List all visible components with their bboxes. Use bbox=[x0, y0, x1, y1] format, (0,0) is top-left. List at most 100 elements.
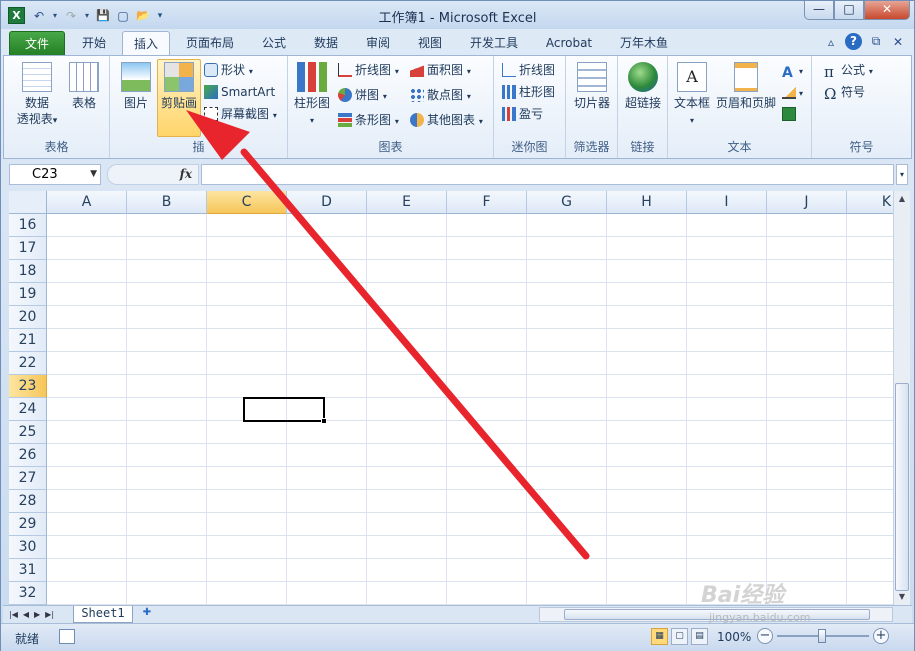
fill-handle[interactable] bbox=[321, 418, 327, 424]
tab-custom[interactable]: 万年木鱼 bbox=[609, 31, 679, 56]
shapes-button[interactable]: 形状 ▾ bbox=[204, 60, 253, 80]
page-break-view-icon[interactable]: ▤ bbox=[691, 628, 708, 645]
object-button[interactable] bbox=[782, 104, 799, 124]
column-header-f[interactable]: F bbox=[447, 191, 527, 214]
row-header-16[interactable]: 16 bbox=[9, 214, 47, 237]
collapse-ribbon-icon[interactable]: ▵ bbox=[823, 35, 839, 49]
insert-sheet-icon[interactable]: ✚ bbox=[139, 607, 155, 621]
picture-button[interactable]: 图片 bbox=[116, 62, 156, 111]
line-chart-button[interactable]: 折线图 ▾ bbox=[338, 60, 399, 80]
maximize-button[interactable]: □ bbox=[834, 1, 864, 20]
zoom-in-icon[interactable]: + bbox=[873, 628, 889, 644]
sparkline-column-button[interactable]: 柱形图 bbox=[502, 82, 555, 102]
select-all-corner[interactable] bbox=[9, 191, 47, 214]
row-header-20[interactable]: 20 bbox=[9, 306, 47, 329]
header-footer-button[interactable]: 页眉和页脚 bbox=[714, 62, 778, 111]
formula-input[interactable] bbox=[201, 164, 894, 185]
close-button[interactable]: ✕ bbox=[864, 1, 910, 20]
column-chart-button[interactable]: 柱形图 ▾ bbox=[292, 62, 332, 129]
row-header-19[interactable]: 19 bbox=[9, 283, 47, 306]
row-header-22[interactable]: 22 bbox=[9, 352, 47, 375]
row-header-31[interactable]: 31 bbox=[9, 559, 47, 582]
minimize-button[interactable]: — bbox=[804, 1, 834, 20]
table-button[interactable]: 表格 bbox=[64, 62, 104, 111]
expand-formula-bar-icon[interactable]: ▾ bbox=[896, 164, 908, 185]
smartart-button[interactable]: SmartArt bbox=[204, 82, 275, 102]
normal-view-icon[interactable]: ▦ bbox=[651, 628, 668, 645]
tab-home[interactable]: 开始 bbox=[71, 31, 117, 56]
zoom-level[interactable]: 100% bbox=[717, 630, 751, 644]
pivot-table-button[interactable]: 数据 透视表▾ bbox=[12, 62, 62, 129]
scroll-up-icon[interactable]: ▲ bbox=[895, 191, 909, 207]
bar-chart-button[interactable]: 条形图 ▾ bbox=[338, 110, 399, 130]
row-header-30[interactable]: 30 bbox=[9, 536, 47, 559]
tab-formulas[interactable]: 公式 bbox=[251, 31, 297, 56]
last-sheet-icon[interactable]: ▶| bbox=[45, 607, 54, 622]
other-charts-button[interactable]: 其他图表 ▾ bbox=[410, 110, 483, 130]
column-header-c[interactable]: C bbox=[207, 191, 287, 214]
row-header-18[interactable]: 18 bbox=[9, 260, 47, 283]
help-icon[interactable]: ? bbox=[845, 33, 862, 50]
scatter-chart-button[interactable]: 散点图 ▾ bbox=[410, 85, 471, 105]
tab-insert[interactable]: 插入 bbox=[122, 31, 170, 56]
tab-review[interactable]: 审阅 bbox=[355, 31, 401, 56]
first-sheet-icon[interactable]: |◀ bbox=[9, 607, 18, 622]
close-workbook-icon[interactable]: ✕ bbox=[890, 35, 906, 49]
insert-function-icon[interactable]: fx bbox=[180, 167, 192, 181]
sparkline-line-button[interactable]: 折线图 bbox=[502, 60, 555, 80]
slicer-button[interactable]: 切片器 bbox=[570, 62, 614, 111]
page-layout-view-icon[interactable]: ▢ bbox=[671, 628, 688, 645]
row-header-28[interactable]: 28 bbox=[9, 490, 47, 513]
cell-area[interactable] bbox=[47, 214, 893, 605]
column-header-i[interactable]: I bbox=[687, 191, 767, 214]
next-sheet-icon[interactable]: ▶ bbox=[34, 607, 40, 622]
tab-view[interactable]: 视图 bbox=[407, 31, 453, 56]
pie-chart-button[interactable]: 饼图 ▾ bbox=[338, 85, 387, 105]
symbol-button[interactable]: Ω 符号 bbox=[824, 82, 865, 102]
column-header-a[interactable]: A bbox=[47, 191, 127, 214]
name-box-dropdown-icon[interactable]: ▼ bbox=[90, 165, 97, 184]
tab-acrobat[interactable]: Acrobat bbox=[535, 31, 603, 56]
hyperlink-button[interactable]: 超链接 bbox=[621, 62, 665, 111]
column-header-k[interactable]: K bbox=[847, 191, 893, 214]
tab-file[interactable]: 文件 bbox=[9, 31, 65, 56]
vertical-scroll-thumb[interactable] bbox=[895, 383, 909, 591]
column-header-d[interactable]: D bbox=[287, 191, 367, 214]
equation-button[interactable]: π 公式 ▾ bbox=[824, 60, 873, 80]
prev-sheet-icon[interactable]: ◀ bbox=[23, 607, 29, 622]
sparkline-winloss-button[interactable]: 盈亏 bbox=[502, 104, 543, 124]
signature-line-button[interactable]: ▾ bbox=[782, 82, 803, 102]
vertical-scrollbar[interactable]: ▲ ▼ bbox=[893, 191, 910, 605]
row-header-21[interactable]: 21 bbox=[9, 329, 47, 352]
sheet-tab-sheet1[interactable]: Sheet1 bbox=[73, 606, 133, 623]
screenshot-button[interactable]: 屏幕截图 ▾ bbox=[204, 104, 277, 124]
scroll-down-icon[interactable]: ▼ bbox=[895, 589, 909, 605]
column-header-g[interactable]: G bbox=[527, 191, 607, 214]
restore-window-icon[interactable]: ⧉ bbox=[868, 34, 884, 49]
column-header-j[interactable]: J bbox=[767, 191, 847, 214]
row-header-25[interactable]: 25 bbox=[9, 421, 47, 444]
wordart-button[interactable]: A ▾ bbox=[782, 60, 803, 80]
row-header-29[interactable]: 29 bbox=[9, 513, 47, 536]
tab-page-layout[interactable]: 页面布局 bbox=[175, 31, 245, 56]
row-header-26[interactable]: 26 bbox=[9, 444, 47, 467]
tab-developer[interactable]: 开发工具 bbox=[459, 31, 529, 56]
column-header-e[interactable]: E bbox=[367, 191, 447, 214]
macro-record-icon[interactable] bbox=[59, 629, 75, 644]
row-header-32[interactable]: 32 bbox=[9, 582, 47, 605]
row-header-17[interactable]: 17 bbox=[9, 237, 47, 260]
column-header-b[interactable]: B bbox=[127, 191, 207, 214]
row-header-27[interactable]: 27 bbox=[9, 467, 47, 490]
row-header-24[interactable]: 24 bbox=[9, 398, 47, 421]
clipart-button[interactable]: 剪贴画 bbox=[157, 62, 201, 111]
zoom-out-icon[interactable]: − bbox=[757, 628, 773, 644]
area-chart-button[interactable]: 面积图 ▾ bbox=[410, 60, 471, 80]
zoom-slider-thumb[interactable] bbox=[818, 629, 826, 643]
tab-data[interactable]: 数据 bbox=[303, 31, 349, 56]
row-header-23[interactable]: 23 bbox=[9, 375, 47, 398]
column-header-h[interactable]: H bbox=[607, 191, 687, 214]
active-cell-c23[interactable] bbox=[243, 397, 327, 424]
window-controls: — □ ✕ bbox=[804, 1, 910, 20]
name-box[interactable]: C23 ▼ bbox=[9, 164, 101, 185]
textbox-button[interactable]: A 文本框 ▾ bbox=[672, 62, 712, 129]
